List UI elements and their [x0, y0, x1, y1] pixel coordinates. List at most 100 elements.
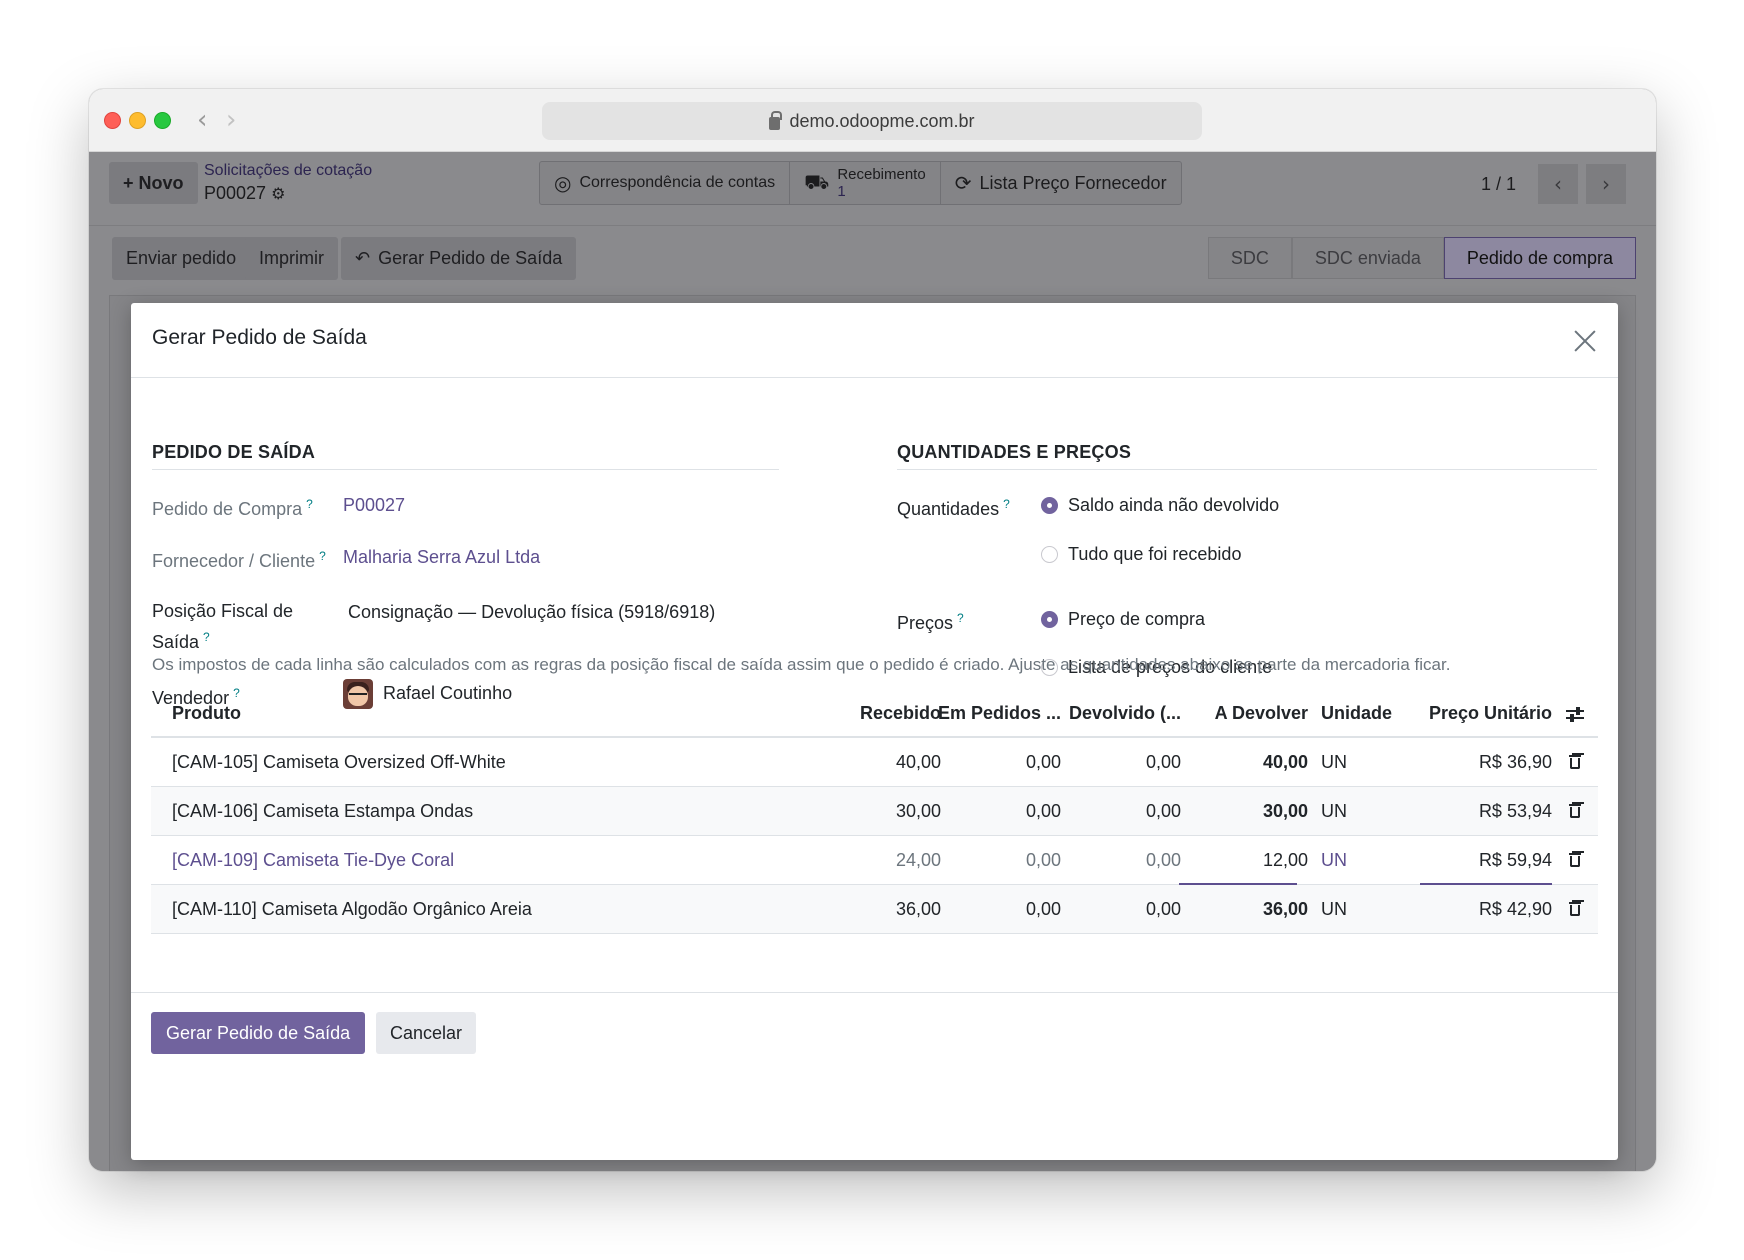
status-step-rfq[interactable]: SDC: [1207, 237, 1292, 279]
price-option-purchase[interactable]: Preço de compra: [1041, 609, 1205, 630]
row-returned: 0,00: [1145, 849, 1181, 870]
radio-selected[interactable]: [1041, 497, 1058, 514]
gear-icon[interactable]: ⚙: [271, 184, 285, 203]
col-unit[interactable]: Unidade: [1321, 691, 1392, 736]
help-icon[interactable]: ?: [319, 549, 326, 563]
row-product: [CAM-106] Camiseta Estampa Ondas: [172, 800, 474, 821]
col-returned[interactable]: Devolvido (...: [1061, 691, 1181, 736]
qty-option-balance-label: Saldo ainda não devolvido: [1068, 495, 1280, 515]
pager-previous-icon[interactable]: ‹: [1538, 164, 1578, 204]
col-product[interactable]: Produto: [172, 691, 241, 736]
minimize-window-button[interactable]: [129, 112, 146, 129]
help-icon[interactable]: ?: [306, 497, 313, 511]
lock-icon: [769, 110, 783, 130]
zoom-window-button[interactable]: [154, 112, 171, 129]
radio-unselected[interactable]: [1041, 546, 1058, 563]
accounts-smart-button[interactable]: ◎ Correspondência de contas: [540, 162, 791, 204]
row-received: 24,00: [895, 849, 941, 870]
close-window-button[interactable]: [104, 112, 121, 129]
fiscal-position-label-line1: Posição Fiscal de: [152, 601, 294, 621]
col-in-orders[interactable]: Em Pedidos ...: [938, 691, 1061, 736]
row-unit-price[interactable]: R$ 42,90: [1421, 885, 1552, 933]
table-row[interactable]: [CAM-110] Camiseta Algodão Orgânico Arei…: [151, 885, 1598, 934]
table-row-selected[interactable]: [CAM-109] Camiseta Tie-Dye Coral 24,00 0…: [151, 836, 1598, 885]
pricelist-smart-button[interactable]: ⟳ Lista Preço Fornecedor: [941, 162, 1181, 204]
receipt-count: 1: [837, 183, 846, 200]
trash-icon[interactable]: [1563, 885, 1587, 933]
dialog-header: Gerar Pedido de Saída: [131, 303, 1618, 378]
row-received: 30,00: [895, 800, 941, 821]
generate-return-button[interactable]: Gerar Pedido de Saída: [151, 1012, 366, 1054]
accounts-label: Correspondência de contas: [579, 174, 776, 191]
refresh-icon: ⟳: [954, 171, 972, 195]
smart-buttons: ◎ Correspondência de contas ⛟ Recebiment…: [539, 161, 1182, 205]
section-divider-right: [897, 469, 1597, 470]
row-unit: UN: [1321, 751, 1347, 772]
trash-icon[interactable]: [1563, 738, 1587, 786]
help-icon[interactable]: ?: [957, 611, 964, 625]
col-unit-price[interactable]: Preço Unitário: [1421, 691, 1552, 736]
purchase-order-value[interactable]: P00027: [343, 495, 405, 516]
status-step-rfq-sent[interactable]: SDC enviada: [1291, 237, 1444, 279]
section-title-right: QUANTIDADES E PREÇOS: [897, 442, 1132, 462]
trash-icon[interactable]: [1563, 787, 1587, 835]
lines-table: Produto Recebido Em Pedidos ... Devolvid…: [151, 691, 1598, 934]
col-received[interactable]: Recebido: [791, 691, 941, 736]
row-unit: UN: [1321, 800, 1347, 821]
qty-option-all[interactable]: Tudo que foi recebido: [1041, 544, 1241, 565]
col-to-return[interactable]: A Devolver: [1191, 691, 1308, 736]
table-row[interactable]: [CAM-106] Camiseta Estampa Ondas 30,00 0…: [151, 787, 1598, 836]
quantities-label: Quantidades?: [897, 491, 1010, 522]
row-to-return[interactable]: 30,00: [1191, 787, 1308, 835]
row-unit-price[interactable]: R$ 53,94: [1421, 787, 1552, 835]
row-received: 36,00: [895, 898, 941, 919]
receipt-label: Recebimento: [837, 166, 926, 183]
purchase-order-label-text: Pedido de Compra: [152, 499, 303, 519]
close-icon[interactable]: [1572, 328, 1598, 354]
help-icon[interactable]: ?: [1003, 497, 1010, 511]
table-row[interactable]: [CAM-105] Camiseta Oversized Off-White 4…: [151, 738, 1598, 787]
quantities-label-text: Quantidades: [897, 499, 1000, 519]
radio-selected[interactable]: [1041, 611, 1058, 628]
back-arrow-icon[interactable]: ‹: [197, 105, 207, 135]
fiscal-position-field[interactable]: Consignação — Devolução física (5918/691…: [348, 602, 715, 623]
generate-return-button-bg[interactable]: ↶ Gerar Pedido de Saída: [341, 237, 577, 280]
dialog-title: Gerar Pedido de Saída: [152, 326, 367, 349]
fiscal-position-label: Posição Fiscal de Saída?: [152, 598, 293, 655]
print-button[interactable]: Imprimir: [245, 237, 338, 280]
section-title-left: PEDIDO DE SAÍDA: [152, 442, 316, 462]
forward-arrow-icon[interactable]: ›: [226, 105, 236, 135]
browser-titlebar: ‹ › demo.odoopme.com.br: [89, 89, 1656, 152]
control-panel: + Novo Solicitações de cotação P00027 ⚙ …: [89, 152, 1656, 226]
row-product[interactable]: [CAM-109] Camiseta Tie-Dye Coral: [172, 836, 454, 884]
row-unit[interactable]: UN: [1321, 836, 1347, 884]
status-step-purchase-order[interactable]: Pedido de compra: [1443, 237, 1636, 279]
target-icon: ◎: [554, 171, 572, 195]
row-product: [CAM-110] Camiseta Algodão Orgânico Arei…: [172, 898, 532, 919]
breadcrumb-parent[interactable]: Solicitações de cotação: [204, 162, 372, 180]
receipt-smart-button[interactable]: ⛟ Recebimento 1: [790, 162, 941, 204]
row-to-return-input[interactable]: 12,00: [1191, 836, 1308, 884]
pager-next-icon[interactable]: ›: [1586, 164, 1626, 204]
row-returned: 0,00: [1145, 898, 1181, 919]
prices-label: Preços?: [897, 605, 964, 636]
truck-icon: ⛟: [804, 169, 830, 194]
trash-icon[interactable]: [1563, 836, 1587, 884]
address-bar[interactable]: demo.odoopme.com.br: [542, 102, 1202, 140]
pager-count[interactable]: 1 / 1: [1481, 174, 1516, 195]
new-button[interactable]: + Novo: [109, 162, 198, 204]
reply-icon: ↶: [355, 248, 371, 269]
partner-value[interactable]: Malharia Serra Azul Ltda: [343, 547, 540, 568]
qty-option-balance[interactable]: Saldo ainda não devolvido: [1041, 495, 1279, 516]
row-to-return[interactable]: 36,00: [1191, 885, 1308, 933]
help-icon[interactable]: ?: [203, 630, 210, 644]
row-unit-price-input[interactable]: R$ 59,94: [1421, 836, 1552, 884]
optional-columns-icon[interactable]: [1563, 691, 1587, 736]
price-option-purchase-label: Preço de compra: [1068, 609, 1206, 629]
row-unit-price[interactable]: R$ 36,90: [1421, 738, 1552, 786]
row-to-return[interactable]: 40,00: [1191, 738, 1308, 786]
record-name: P00027 ⚙: [204, 183, 285, 204]
send-order-button[interactable]: Enviar pedido: [112, 237, 251, 280]
row-returned: 0,00: [1145, 800, 1181, 821]
cancel-button[interactable]: Cancelar: [376, 1012, 477, 1054]
